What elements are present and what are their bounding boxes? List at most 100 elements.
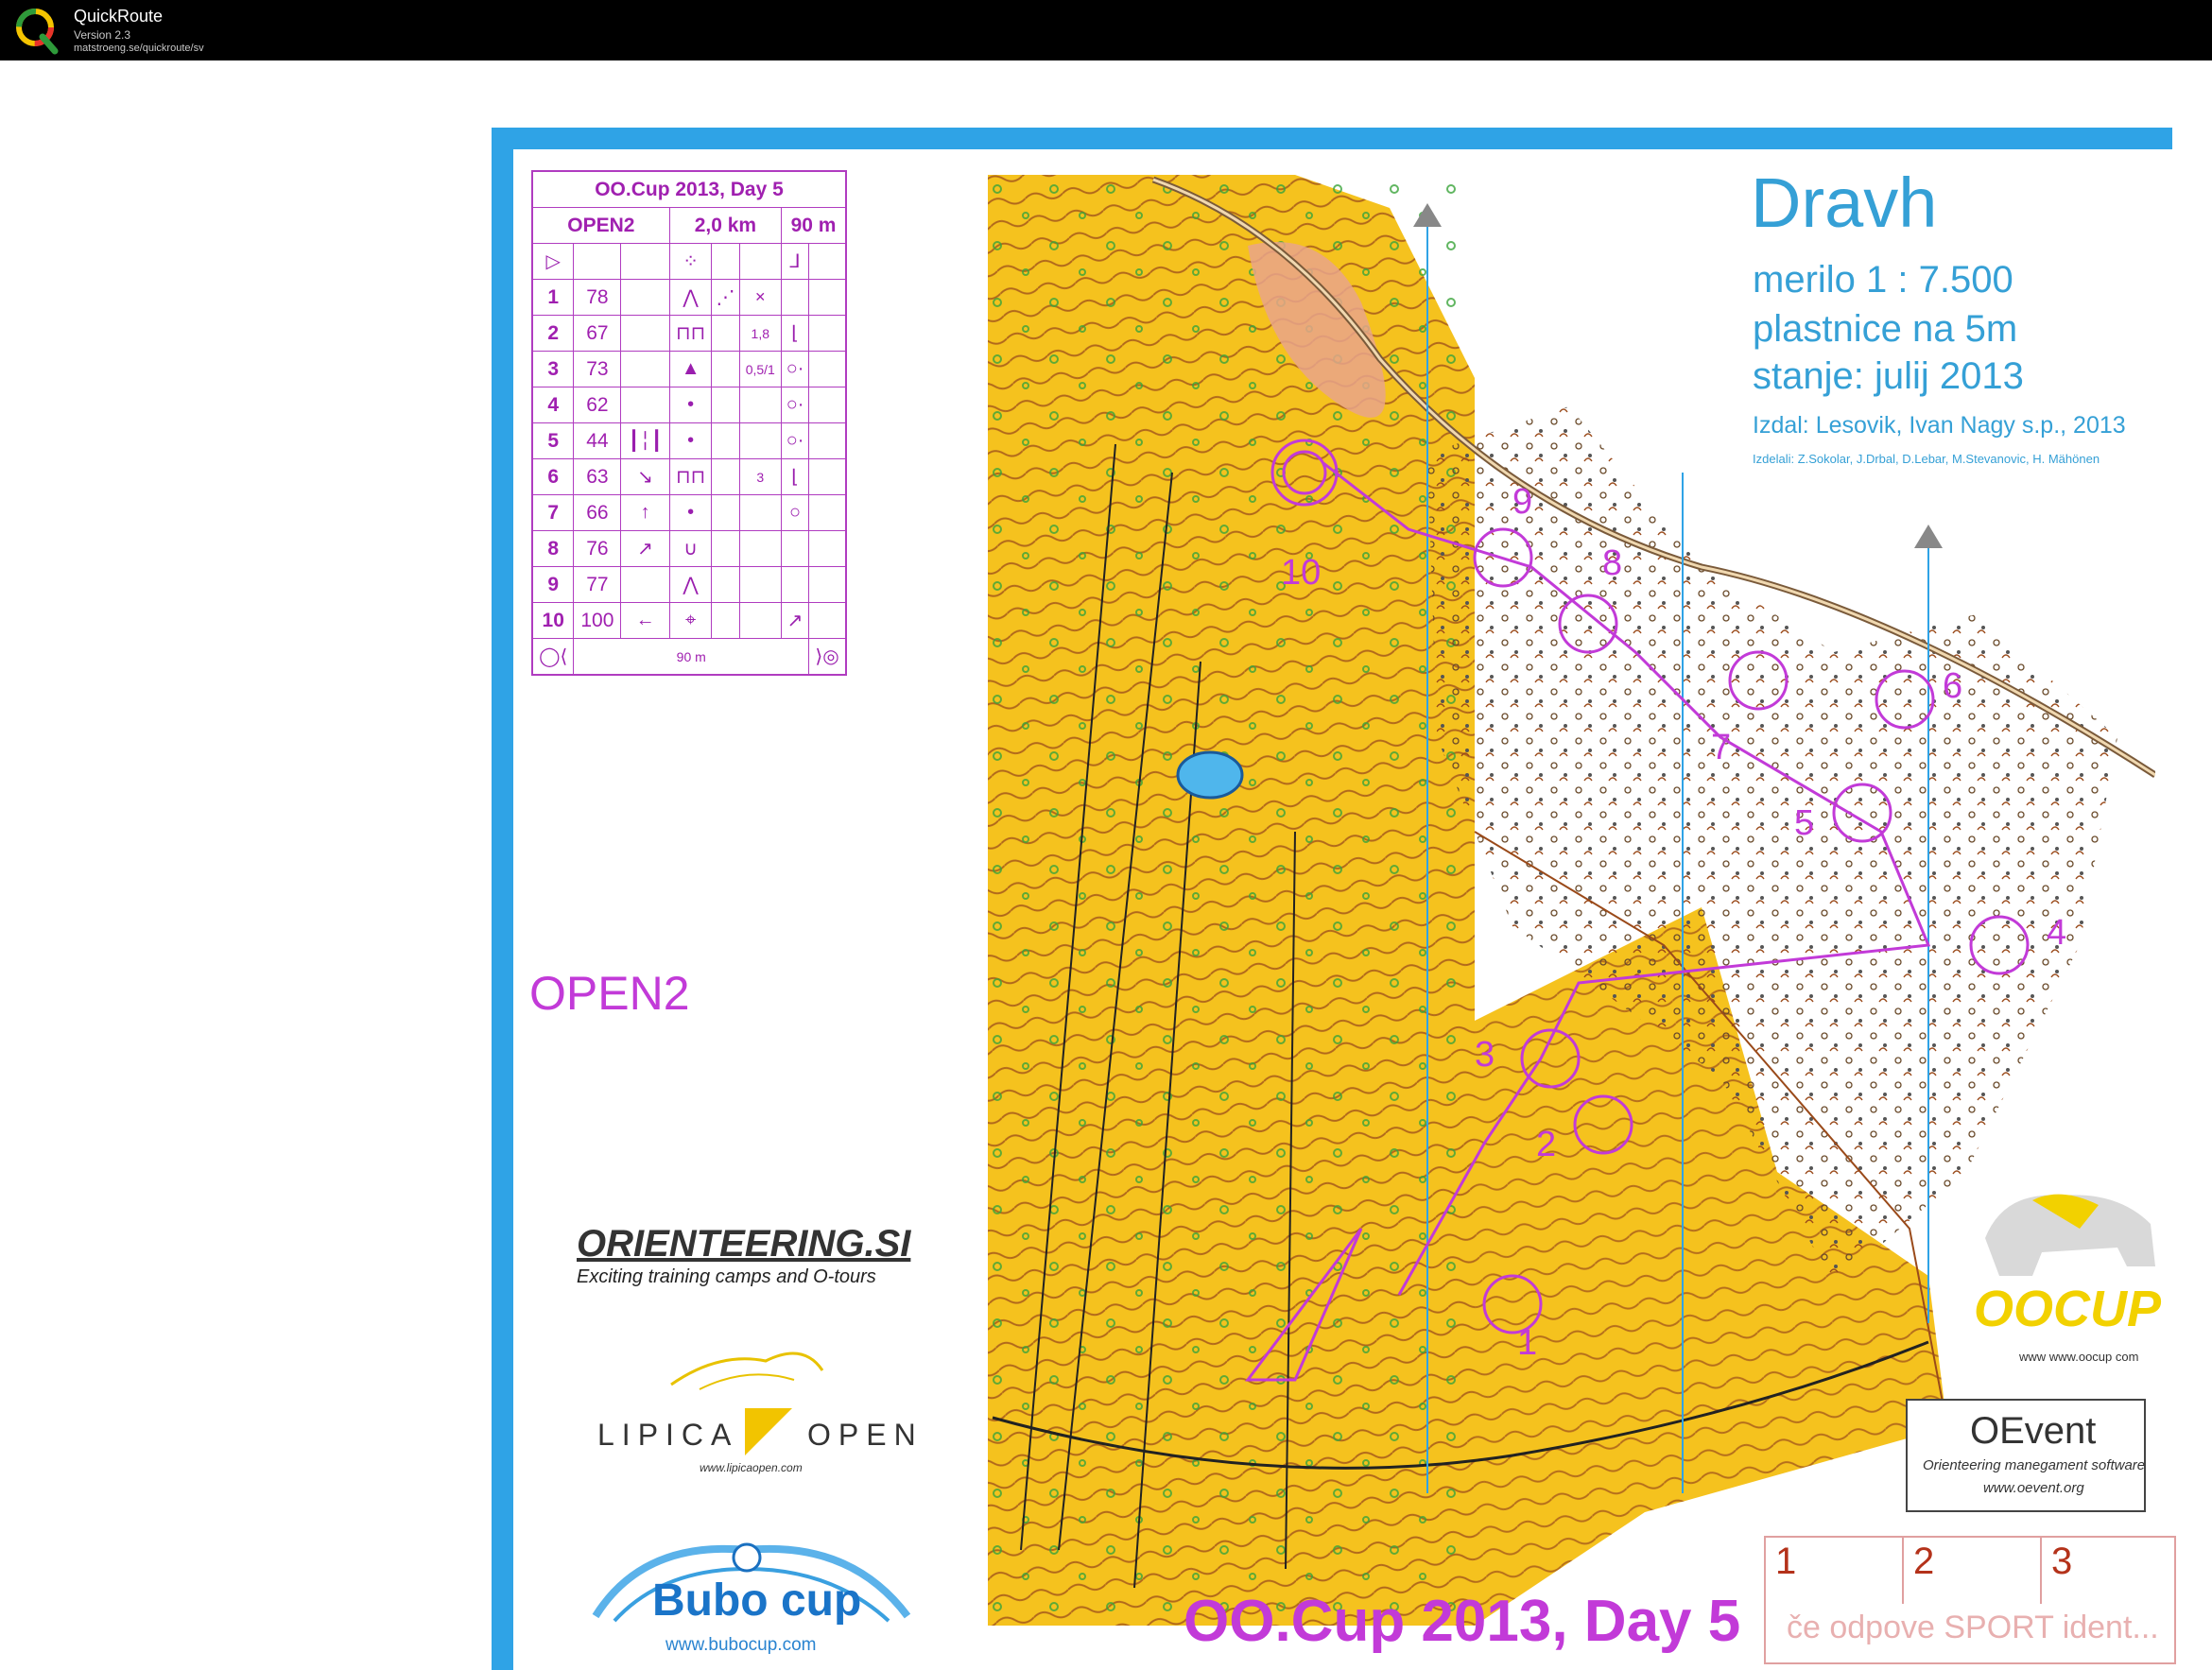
control-number: 9 xyxy=(531,566,575,603)
description-course: OPEN2 xyxy=(531,207,670,244)
description-length: 2,0 km xyxy=(668,207,783,244)
control-symbol xyxy=(738,494,783,531)
control-symbol: ⋀ xyxy=(668,279,713,316)
control-description: OO.Cup 2013, Day 5 OPEN2 2,0 km 90 m ▷ ⁘… xyxy=(531,170,847,676)
punch-box-note: če odpove SPORT ident... xyxy=(1787,1610,2159,1645)
control-number: 7 xyxy=(531,494,575,531)
finish-distance: 90 m xyxy=(573,638,810,676)
control-symbol: ○· xyxy=(781,351,810,387)
description-rows: 1 78 ⋀ ⋰ ✕ 2 67 ⊓⊓ 1,8 ⌊ 3 73 ▲ 0,5/1 ○· 4 62 • ○· 5 44 ┃╎┃ • ○… xyxy=(531,279,847,639)
oevent-logo: OEvent xyxy=(1970,1410,2097,1452)
control-symbol: ⌊ xyxy=(781,458,810,495)
control-code: 73 xyxy=(573,351,622,387)
control-row: 6 63 ↘ ⊓⊓ 3 ⌊ xyxy=(531,458,847,495)
control-symbol xyxy=(808,422,847,459)
description-title: OO.Cup 2013, Day 5 xyxy=(531,170,847,208)
map-scale: merilo 1 : 7.500 xyxy=(1753,259,2013,301)
control-symbol: 3 xyxy=(738,458,783,495)
control-symbol xyxy=(738,422,783,459)
app-titlebar: QuickRoute Version 2.3 matstroeng.se/qui… xyxy=(0,0,2212,60)
control-number-5: 5 xyxy=(1794,803,1815,843)
lipica-square-icon xyxy=(745,1408,792,1455)
control-symbol: ▲ xyxy=(668,351,713,387)
control-row: 1 78 ⋀ ⋰ ✕ xyxy=(531,279,847,316)
footer-title: OO.Cup 2013, Day 5 xyxy=(1184,1589,1741,1654)
app-name: QuickRoute xyxy=(74,7,164,26)
oevent-tagline: Orienteering manegament software xyxy=(1923,1457,2146,1473)
control-symbol xyxy=(808,387,847,423)
control-symbol: ⊓⊓ xyxy=(668,315,713,352)
control-number-7: 7 xyxy=(1711,728,1732,767)
control-row: 9 77 ⋀ xyxy=(531,566,847,603)
control-symbol xyxy=(711,315,740,352)
control-symbol xyxy=(620,279,670,316)
control-symbol xyxy=(808,530,847,567)
control-row: 7 66 ↑ • ○ xyxy=(531,494,847,531)
control-number-6: 6 xyxy=(1943,666,1963,706)
control-row: 8 76 ↗ ∪ xyxy=(531,530,847,567)
lipica-horse-icon xyxy=(670,1351,824,1390)
control-row: 3 73 ▲ 0,5/1 ○· xyxy=(531,351,847,387)
control-number-10: 10 xyxy=(1281,553,1322,593)
start-feature-icon: ⁘ xyxy=(668,243,713,280)
control-symbol: ⋰ xyxy=(711,279,740,316)
control-symbol xyxy=(711,494,740,531)
control-symbol: ✕ xyxy=(738,279,783,316)
control-symbol xyxy=(781,530,810,567)
control-row: 10 100 ← ⌖ ↗ xyxy=(531,602,847,639)
bubo-logo: Bubo cup xyxy=(652,1575,862,1626)
control-number-4: 4 xyxy=(2047,913,2067,953)
pond xyxy=(1176,750,1244,800)
start-location-icon: ⅃ xyxy=(781,243,810,280)
control-symbol: ○· xyxy=(781,422,810,459)
control-symbol: ⌖ xyxy=(668,602,713,639)
control-symbol xyxy=(738,566,783,603)
control-symbol xyxy=(808,494,847,531)
app-version: Version 2.3 xyxy=(74,28,131,42)
control-symbol xyxy=(808,315,847,352)
lipica-logo-right: OPEN xyxy=(807,1418,924,1452)
control-symbol xyxy=(781,279,810,316)
control-symbol: ↘ xyxy=(620,458,670,495)
control-symbol: ○· xyxy=(781,387,810,423)
map-publisher: Izdal: Lesovik, Ivan Nagy s.p., 2013 xyxy=(1753,412,2126,439)
control-number-3: 3 xyxy=(1475,1035,1495,1075)
control-number-8: 8 xyxy=(1602,543,1623,583)
control-symbol xyxy=(711,458,740,495)
control-symbol xyxy=(808,566,847,603)
control-symbol: ↗ xyxy=(620,530,670,567)
control-symbol: ○ xyxy=(781,494,810,531)
control-symbol: • xyxy=(668,422,713,459)
control-row: 2 67 ⊓⊓ 1,8 ⌊ xyxy=(531,315,847,352)
control-code: 78 xyxy=(573,279,622,316)
quickroute-logo-icon xyxy=(16,9,59,55)
finish-right-icon: ⟩◎ xyxy=(808,638,847,676)
control-code: 66 xyxy=(573,494,622,531)
control-symbol xyxy=(711,530,740,567)
punch-box-1: 1 xyxy=(1775,1541,1797,1582)
oevent-url: www.oevent.org xyxy=(1983,1480,2084,1496)
map-status: stanje: julij 2013 xyxy=(1753,355,2024,397)
app-url: matstroeng.se/quickroute/sv xyxy=(74,43,204,54)
lipica-logo-left: LIPICA xyxy=(597,1418,739,1452)
control-code: 44 xyxy=(573,422,622,459)
control-row: 4 62 • ○· xyxy=(531,387,847,423)
control-symbol: ↗ xyxy=(781,602,810,639)
control-symbol: ⌊ xyxy=(781,315,810,352)
control-symbol xyxy=(711,387,740,423)
control-symbol xyxy=(620,315,670,352)
control-symbol xyxy=(738,602,783,639)
control-symbol: 0,5/1 xyxy=(738,351,783,387)
control-symbol: ↑ xyxy=(620,494,670,531)
control-code: 100 xyxy=(573,602,622,639)
control-symbol: ← xyxy=(620,602,670,639)
orienteering-si-logo: ORIENTEERING.SI xyxy=(577,1223,911,1265)
control-number: 4 xyxy=(531,387,575,423)
finish-left-icon: ◯⟨ xyxy=(531,638,575,676)
control-symbol xyxy=(808,351,847,387)
map-contours: plastnice na 5m xyxy=(1753,308,2018,350)
orienteering-si-tagline: Exciting training camps and O-tours xyxy=(577,1266,876,1287)
control-number: 6 xyxy=(531,458,575,495)
start-triangle-icon: ▷ xyxy=(531,243,575,280)
control-symbol xyxy=(781,566,810,603)
